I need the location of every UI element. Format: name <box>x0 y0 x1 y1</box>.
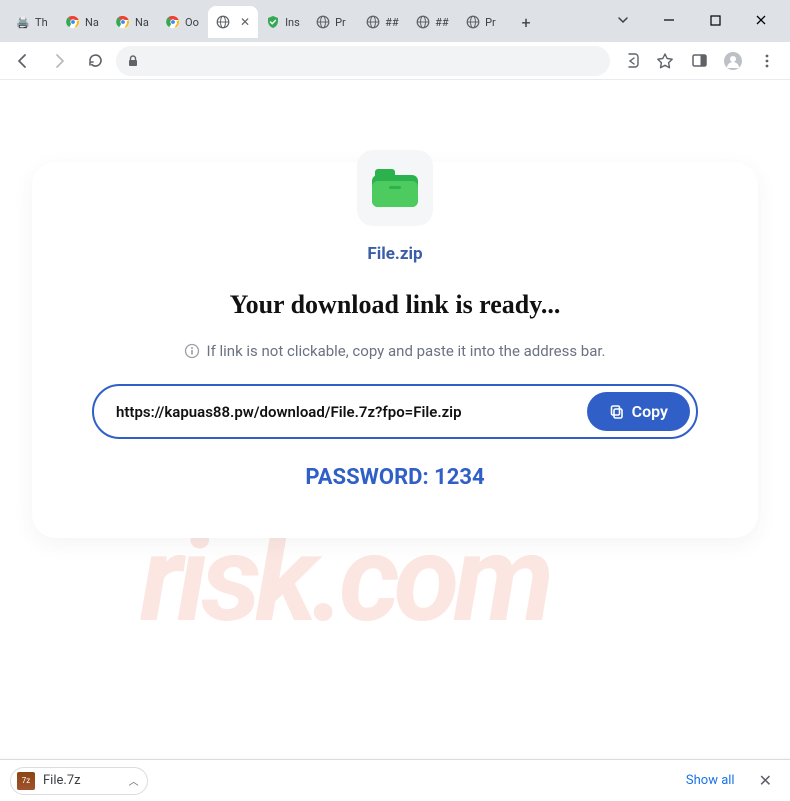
close-icon[interactable]: ✕ <box>240 15 250 29</box>
chrome-icon <box>66 15 80 29</box>
titlebar: 🖨️ Th Na Na Oo ✕ Ins Pr ## ## Pr + <box>0 0 790 42</box>
tab-label: Th <box>35 16 48 29</box>
download-link[interactable]: https://kapuas88.pw/download/File.7z?fpo… <box>116 403 575 421</box>
download-card: File.zip Your download link is ready... … <box>32 162 758 538</box>
password-label: PASSWORD: 1234 <box>92 465 698 490</box>
share-button[interactable] <box>616 46 646 76</box>
lock-icon <box>126 54 140 68</box>
forward-button[interactable] <box>44 46 74 76</box>
tab-7[interactable]: ## <box>358 6 408 38</box>
tab-8[interactable]: ## <box>408 6 458 38</box>
reload-button[interactable] <box>80 46 110 76</box>
download-item[interactable]: 7z File.7z ︿ <box>10 767 148 795</box>
chrome-icon <box>166 15 180 29</box>
tab-label: ## <box>435 16 449 29</box>
hint-text: If link is not clickable, copy and paste… <box>92 342 698 360</box>
back-button[interactable] <box>8 46 38 76</box>
tab-3[interactable]: Oo <box>158 6 208 38</box>
maximize-button[interactable] <box>692 4 738 36</box>
close-downloads-button[interactable]: ✕ <box>751 767 780 794</box>
shield-icon <box>266 15 280 29</box>
tab-5[interactable]: Ins <box>258 6 308 38</box>
link-row: https://kapuas88.pw/download/File.7z?fpo… <box>92 384 698 439</box>
window-controls <box>600 4 784 36</box>
tab-label: Ins <box>285 16 300 29</box>
archive-icon: 7z <box>17 772 35 790</box>
download-filename: File.7z <box>43 773 81 788</box>
info-icon <box>184 343 200 359</box>
tab-2[interactable]: Na <box>108 6 158 38</box>
tab-4-active[interactable]: ✕ <box>208 6 258 38</box>
copy-label: Copy <box>632 402 668 421</box>
chrome-icon <box>116 15 130 29</box>
profile-button[interactable] <box>718 46 748 76</box>
tab-label: Pr <box>335 16 346 29</box>
headline: Your download link is ready... <box>92 290 698 320</box>
tab-6[interactable]: Pr <box>308 6 358 38</box>
chevron-up-icon[interactable]: ︿ <box>129 773 139 788</box>
close-window-button[interactable] <box>738 4 784 36</box>
globe-icon <box>416 15 430 29</box>
tab-label: Na <box>85 16 99 29</box>
tab-label: Na <box>135 16 149 29</box>
tab-label: Pr <box>485 16 496 29</box>
minimize-button[interactable] <box>646 4 692 36</box>
address-bar[interactable] <box>116 46 610 76</box>
hint-label: If link is not clickable, copy and paste… <box>206 342 605 360</box>
printer-icon: 🖨️ <box>16 15 30 29</box>
side-panel-button[interactable] <box>684 46 714 76</box>
file-icon-badge <box>357 150 433 226</box>
filename-label: File.zip <box>92 244 698 264</box>
tab-9[interactable]: Pr <box>458 6 508 38</box>
show-all-button[interactable]: Show all <box>678 769 743 792</box>
copy-icon <box>609 404 625 420</box>
tab-0[interactable]: 🖨️ Th <box>8 6 58 38</box>
globe-icon <box>316 15 330 29</box>
tab-search-button[interactable] <box>600 4 646 36</box>
tab-label: Oo <box>185 16 199 29</box>
globe-icon <box>466 15 480 29</box>
copy-button[interactable]: Copy <box>587 392 690 431</box>
folder-icon <box>372 169 418 207</box>
tab-label: ## <box>385 16 399 29</box>
toolbar <box>0 42 790 80</box>
globe-icon <box>216 15 230 29</box>
tab-1[interactable]: Na <box>58 6 108 38</box>
globe-icon <box>366 15 380 29</box>
downloads-bar: 7z File.7z ︿ Show all ✕ <box>0 759 790 801</box>
new-tab-button[interactable]: + <box>512 8 540 36</box>
page-content: PC risk.com File.zip Your download link … <box>0 80 790 759</box>
tab-strip: 🖨️ Th Na Na Oo ✕ Ins Pr ## ## Pr + <box>8 6 600 38</box>
bookmark-button[interactable] <box>650 46 680 76</box>
menu-button[interactable] <box>752 46 782 76</box>
